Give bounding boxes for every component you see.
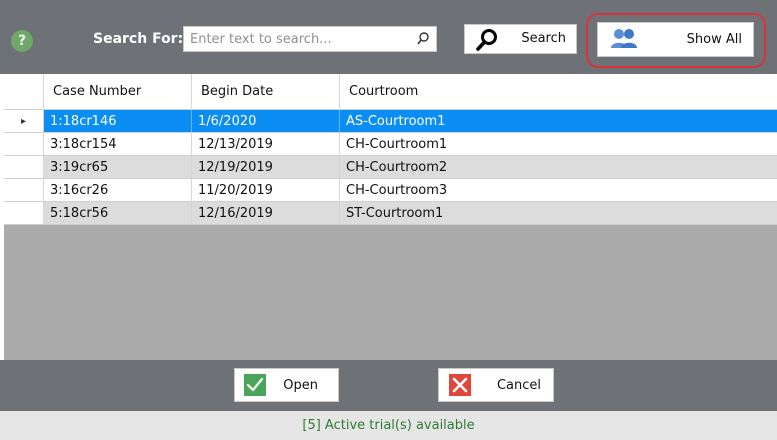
magnifier-icon[interactable] (416, 31, 430, 47)
search-input[interactable] (184, 27, 410, 51)
column-header-courtroom[interactable]: Courtroom (340, 74, 777, 109)
cell-case-number[interactable]: 3:16cr26 (44, 179, 192, 201)
selected-row-indicator-icon: ▸ (20, 115, 27, 127)
help-icon[interactable]: ? (11, 30, 33, 52)
cancel-button-label: Cancel (496, 378, 541, 393)
row-selector[interactable] (4, 133, 44, 155)
cell-begin-date[interactable]: 1/6/2020 (192, 110, 340, 132)
checkmark-icon (244, 374, 266, 396)
cancel-button[interactable]: Cancel (438, 368, 554, 402)
cell-begin-date[interactable]: 11/20/2019 (192, 179, 340, 201)
open-button-label: Open (283, 378, 318, 393)
cell-case-number[interactable]: 3:19cr65 (44, 156, 192, 178)
status-text: [5] Active trial(s) available (302, 418, 475, 433)
row-selector[interactable] (4, 156, 44, 178)
trials-grid: Case Number Begin Date Courtroom ▸ 1:18c… (4, 74, 777, 360)
cell-courtroom[interactable]: AS-Courtroom1 (340, 110, 777, 132)
show-all-label: Show All (686, 32, 742, 47)
users-icon (611, 29, 637, 48)
show-all-button[interactable]: Show All (597, 22, 754, 57)
table-row[interactable]: ▸ 1:18cr146 1/6/2020 AS-Courtroom1 (4, 110, 777, 133)
column-header-begin-date[interactable]: Begin Date (192, 74, 340, 109)
row-selector[interactable]: ▸ (4, 110, 44, 132)
row-selector[interactable] (4, 202, 44, 224)
search-box (183, 26, 437, 52)
search-button-label: Search (521, 31, 566, 46)
column-header-case-number[interactable]: Case Number (44, 74, 192, 109)
cell-courtroom[interactable]: ST-Courtroom1 (340, 202, 777, 224)
row-selector[interactable] (4, 179, 44, 201)
footer-bar (0, 360, 777, 411)
toolbar: ? Search For: Search Show All (0, 0, 777, 74)
table-row[interactable]: 5:18cr56 12/16/2019 ST-Courtroom1 (4, 202, 777, 225)
cell-case-number[interactable]: 1:18cr146 (44, 110, 192, 132)
close-icon (449, 374, 471, 396)
cell-begin-date[interactable]: 12/13/2019 (192, 133, 340, 155)
magnifier-icon (476, 29, 497, 51)
status-bar: [5] Active trial(s) available (0, 411, 777, 440)
cell-courtroom[interactable]: CH-Courtroom3 (340, 179, 777, 201)
open-button[interactable]: Open (234, 368, 339, 402)
cell-case-number[interactable]: 3:18cr154 (44, 133, 192, 155)
cell-courtroom[interactable]: CH-Courtroom1 (340, 133, 777, 155)
search-label: Search For: (93, 31, 184, 47)
table-row[interactable]: 3:19cr65 12/19/2019 CH-Courtroom2 (4, 156, 777, 179)
grid-header: Case Number Begin Date Courtroom (4, 74, 777, 110)
cell-courtroom[interactable]: CH-Courtroom2 (340, 156, 777, 178)
table-row[interactable]: 3:16cr26 11/20/2019 CH-Courtroom3 (4, 179, 777, 202)
row-header-corner (4, 74, 44, 109)
cell-begin-date[interactable]: 12/16/2019 (192, 202, 340, 224)
search-button[interactable]: Search (464, 24, 577, 54)
cell-begin-date[interactable]: 12/19/2019 (192, 156, 340, 178)
table-row[interactable]: 3:18cr154 12/13/2019 CH-Courtroom1 (4, 133, 777, 156)
cell-case-number[interactable]: 5:18cr56 (44, 202, 192, 224)
